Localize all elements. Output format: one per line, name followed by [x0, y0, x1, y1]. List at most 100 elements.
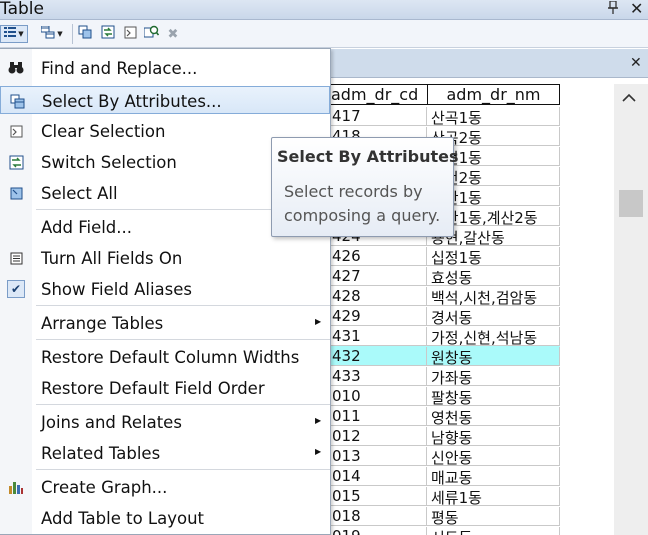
- cell-adm-dr-cd: 014: [330, 467, 427, 486]
- table-row[interactable]: 431 가정,신현,석남동: [330, 326, 560, 346]
- cell-adm-dr-nm: 매교동: [428, 467, 560, 486]
- table-row[interactable]: 433 가좌동: [330, 366, 560, 386]
- table-row[interactable]: 013 신안동: [330, 446, 560, 466]
- menu-item-show-field-aliases[interactable]: ✔ Show Field Aliases: [0, 275, 330, 303]
- table-row[interactable]: 014 매교동: [330, 466, 560, 486]
- table-row[interactable]: 432 원창동: [330, 346, 560, 366]
- menu-item-arrange-tables[interactable]: Arrange Tables ▶: [0, 309, 330, 337]
- menu-item-label: Switch Selection: [41, 153, 177, 172]
- menu-item-add-table-to-layout[interactable]: Add Table to Layout: [0, 504, 330, 532]
- table-row[interactable]: 427 효성동: [330, 266, 560, 286]
- menu-item-turn-all-fields-on[interactable]: Turn All Fields On: [0, 244, 330, 272]
- select-all-icon: [7, 184, 25, 202]
- menu-item-label: Related Tables: [41, 444, 161, 463]
- menu-item-label: Select All: [41, 184, 118, 203]
- table-options-menu: Find and Replace... Select By Attributes.…: [0, 48, 331, 535]
- scroll-up-arrow-icon[interactable]: [622, 89, 636, 107]
- table-row[interactable]: 417 산곡1동: [330, 106, 560, 126]
- cell-adm-dr-cd: 018: [330, 507, 427, 526]
- table-options-icon: [4, 26, 17, 42]
- cell-adm-dr-cd: 019: [330, 527, 427, 535]
- scrollbar-thumb[interactable]: [619, 190, 643, 217]
- table-row[interactable]: 019서둔동: [330, 526, 560, 535]
- cell-adm-dr-nm: 효성동: [428, 267, 560, 286]
- menu-item-related-tables[interactable]: Related Tables ▶: [0, 439, 330, 467]
- close-window-icon[interactable]: ✕: [630, 0, 643, 18]
- menu-item-label: Select By Attributes...: [42, 92, 222, 111]
- column-header-adm-dr-nm[interactable]: adm_dr_nm: [427, 84, 560, 105]
- menu-item-create-graph[interactable]: Create Graph...: [0, 473, 330, 501]
- table-row[interactable]: 015 세류1동: [330, 486, 560, 506]
- switch-selection-icon: [101, 25, 115, 43]
- table-toolbar: ▼ ▼ ✖: [0, 20, 648, 48]
- tooltip-description: Select records by composing a query.: [284, 182, 441, 225]
- cell-adm-dr-nm: 서둔동: [428, 527, 560, 535]
- cell-adm-dr-nm: 세류1동: [428, 487, 560, 506]
- menu-item-select-by-attributes[interactable]: Select By Attributes...: [0, 86, 330, 114]
- bar-chart-icon: [7, 478, 25, 496]
- cell-adm-dr-cd: 426: [330, 247, 427, 266]
- cell-adm-dr-cd: 431: [330, 327, 427, 346]
- select-by-attributes-tool[interactable]: [76, 25, 94, 43]
- menu-item-label: Clear Selection: [41, 122, 166, 141]
- cell-adm-dr-nm: 영천동: [428, 407, 560, 426]
- cell-adm-dr-cd: 427: [330, 267, 427, 286]
- select-by-attributes-icon: [8, 92, 26, 110]
- chevron-down-icon: ▼: [57, 30, 63, 38]
- cell-adm-dr-cd: 013: [330, 447, 427, 466]
- binoculars-icon: [7, 59, 25, 77]
- table-row[interactable]: 428 백석,시천,검암동: [330, 286, 560, 306]
- menu-item-label: Arrange Tables: [41, 314, 164, 333]
- table-row[interactable]: 011 영천동: [330, 406, 560, 426]
- clear-selection-icon: [7, 122, 25, 140]
- switch-selection-tool[interactable]: [99, 25, 117, 43]
- column-header-adm-dr-cd[interactable]: adm_dr_cd: [330, 84, 428, 105]
- menu-item-joins-and-relates[interactable]: Joins and Relates ▶: [0, 408, 330, 436]
- zoom-to-selected-tool[interactable]: [142, 25, 160, 43]
- menu-separator: [36, 339, 330, 340]
- cell-adm-dr-cd: 432: [330, 347, 427, 366]
- menu-item-label: Restore Default Column Widths: [41, 348, 300, 367]
- cell-adm-dr-cd: 012: [330, 427, 427, 446]
- delete-selected-icon: ✖: [167, 26, 179, 42]
- menu-item-label: Create Graph...: [41, 478, 168, 497]
- window-title: Table: [0, 0, 44, 19]
- table-row[interactable]: 018 평동: [330, 506, 560, 526]
- menu-separator: [36, 404, 330, 405]
- cell-adm-dr-cd: 428: [330, 287, 427, 306]
- clear-selection-icon: [124, 26, 137, 43]
- menu-item-label: Add Field...: [41, 218, 133, 237]
- table-options-button[interactable]: ▼: [0, 25, 28, 43]
- menu-item-label: Joins and Relates: [41, 413, 182, 432]
- cell-adm-dr-nm: 가좌동: [428, 367, 560, 386]
- cell-adm-dr-nm: 신안동: [428, 447, 560, 466]
- related-tables-button[interactable]: ▼: [38, 25, 66, 43]
- tooltip: Select By Attributes Select records by c…: [271, 137, 459, 237]
- related-tables-icon: [40, 25, 55, 43]
- menu-item-label: Restore Default Field Order: [41, 379, 265, 398]
- menu-item-label: Find and Replace...: [41, 59, 198, 78]
- table-row[interactable]: 429 경서동: [330, 306, 560, 326]
- menu-item-restore-default-column-widths[interactable]: Restore Default Column Widths: [0, 343, 330, 371]
- close-tab-icon[interactable]: ✕: [630, 55, 642, 71]
- delete-selected-tool[interactable]: ✖: [165, 25, 181, 43]
- submenu-arrow-icon: ▶: [315, 447, 322, 456]
- table-row[interactable]: 426 십정1동: [330, 246, 560, 266]
- menu-separator: [36, 305, 330, 306]
- table-row[interactable]: 010 팔창동: [330, 386, 560, 406]
- menu-item-label: Add Table to Layout: [41, 509, 205, 528]
- menu-item-label: Show Field Aliases: [41, 280, 193, 299]
- cell-adm-dr-cd: 010: [330, 387, 427, 406]
- menu-item-restore-default-field-order[interactable]: Restore Default Field Order: [0, 374, 330, 402]
- table-row[interactable]: 012 남향동: [330, 426, 560, 446]
- cell-adm-dr-cd: 015: [330, 487, 427, 506]
- cell-adm-dr-nm: 원창동: [428, 347, 560, 366]
- cell-adm-dr-nm: 산곡1동: [428, 107, 560, 126]
- pin-icon[interactable]: [607, 0, 619, 19]
- cell-adm-dr-nm: 팔창동: [428, 387, 560, 406]
- vertical-scrollbar[interactable]: [614, 84, 648, 535]
- cell-adm-dr-nm: 평동: [428, 507, 560, 526]
- clear-selection-tool[interactable]: [121, 25, 139, 43]
- chevron-down-icon: ▼: [18, 30, 24, 38]
- menu-item-find-and-replace[interactable]: Find and Replace...: [0, 54, 330, 82]
